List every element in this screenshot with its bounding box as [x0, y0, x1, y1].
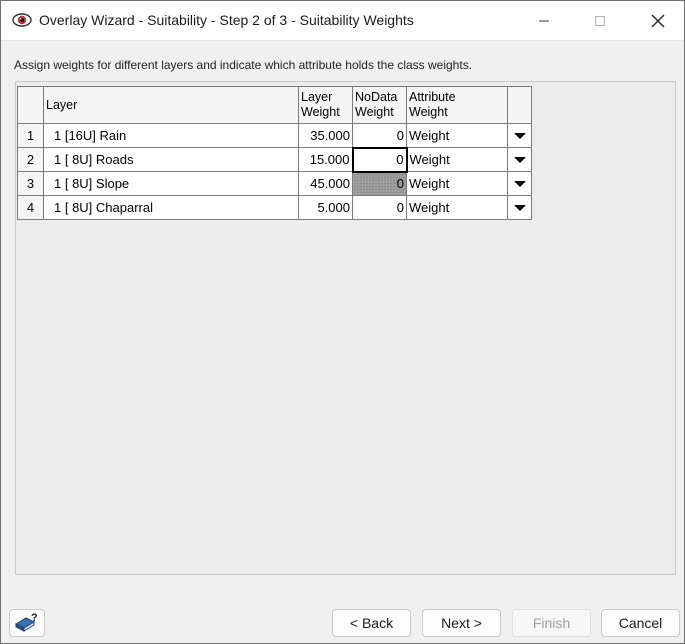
- layer-weight-cell[interactable]: 5.000: [298, 195, 353, 220]
- attribute-dropdown-button[interactable]: [507, 147, 532, 172]
- layer-name-cell[interactable]: 1 [ 8U] Slope: [43, 171, 299, 196]
- weights-grid-panel: Layer Layer Weight NoData Weight Attribu…: [15, 81, 676, 575]
- help-button[interactable]: ?: [9, 609, 45, 637]
- weights-table: Layer Layer Weight NoData Weight Attribu…: [17, 86, 532, 220]
- attribute-weight-cell[interactable]: Weight: [406, 195, 508, 220]
- layer-name-cell[interactable]: 1 [ 8U] Roads: [43, 147, 299, 172]
- title-bar[interactable]: Overlay Wizard - Suitability - Step 2 of…: [1, 1, 684, 41]
- back-button[interactable]: < Back: [332, 609, 411, 637]
- header-attribute-line2: Weight: [409, 105, 448, 119]
- chevron-down-icon: [513, 181, 526, 187]
- eye-icon: [12, 12, 32, 28]
- attribute-weight-cell[interactable]: Weight: [406, 171, 508, 196]
- nodata-weight-cell[interactable]: 0: [352, 195, 407, 220]
- header-layer-weight-line2: Weight: [301, 105, 340, 119]
- layer-weight-cell[interactable]: 15.000: [298, 147, 353, 172]
- layer-name-cell[interactable]: 1 [16U] Rain: [43, 123, 299, 148]
- help-book-icon: ?: [14, 612, 38, 632]
- attribute-dropdown-button[interactable]: [507, 171, 532, 196]
- layer-weight-cell[interactable]: 35.000: [298, 123, 353, 148]
- attribute-dropdown-button[interactable]: [507, 195, 532, 220]
- header-attribute-weight[interactable]: Attribute Weight: [406, 86, 508, 124]
- table-row[interactable]: 4 1 [ 8U] Chaparral 5.000 0 Weight: [17, 195, 532, 220]
- row-number[interactable]: 4: [17, 195, 44, 220]
- table-row[interactable]: 2 1 [ 8U] Roads 15.000 0 Weight: [17, 146, 532, 173]
- minimize-button[interactable]: [521, 1, 567, 41]
- nodata-weight-cell-disabled[interactable]: 0: [352, 171, 407, 196]
- table-row[interactable]: 1 1 [16U] Rain 35.000 0 Weight: [17, 123, 532, 148]
- close-icon: [651, 14, 665, 28]
- table-row[interactable]: 3 1 [ 8U] Slope 45.000 0 Weight: [17, 171, 532, 196]
- layer-name-cell[interactable]: 1 [ 8U] Chaparral: [43, 195, 299, 220]
- attribute-dropdown-button[interactable]: [507, 123, 532, 148]
- attribute-weight-cell[interactable]: Weight: [406, 123, 508, 148]
- header-attribute-line1: Attribute: [409, 90, 456, 104]
- svg-text:?: ?: [31, 612, 38, 624]
- close-button[interactable]: [635, 1, 681, 41]
- header-corner: [17, 86, 44, 124]
- header-layer[interactable]: Layer: [43, 86, 299, 124]
- header-nodata-weight[interactable]: NoData Weight: [352, 86, 407, 124]
- header-dropdown-col: [507, 86, 532, 124]
- nodata-weight-cell-selected[interactable]: 0: [351, 146, 408, 173]
- chevron-down-icon: [513, 205, 526, 211]
- maximize-button: [577, 1, 623, 41]
- window-title: Overlay Wizard - Suitability - Step 2 of…: [39, 12, 414, 28]
- chevron-down-icon: [513, 157, 526, 163]
- chevron-down-icon: [513, 133, 526, 139]
- row-number[interactable]: 3: [17, 171, 44, 196]
- row-number[interactable]: 1: [17, 123, 44, 148]
- cancel-button[interactable]: Cancel: [601, 609, 680, 637]
- header-layer-weight-line1: Layer: [301, 90, 333, 104]
- finish-button: Finish: [512, 609, 591, 637]
- table-header-row: Layer Layer Weight NoData Weight Attribu…: [17, 86, 532, 124]
- next-button[interactable]: Next >: [422, 609, 501, 637]
- instruction-text: Assign weights for different layers and …: [14, 58, 473, 72]
- attribute-weight-cell[interactable]: Weight: [406, 147, 508, 172]
- layer-weight-cell[interactable]: 45.000: [298, 171, 353, 196]
- row-number[interactable]: 2: [17, 147, 44, 172]
- nodata-weight-cell[interactable]: 0: [352, 123, 407, 148]
- header-layer-weight[interactable]: Layer Weight: [298, 86, 353, 124]
- overlay-wizard-window: Overlay Wizard - Suitability - Step 2 of…: [0, 0, 685, 644]
- header-nodata-line1: NoData: [355, 90, 398, 104]
- header-nodata-line2: Weight: [355, 105, 394, 119]
